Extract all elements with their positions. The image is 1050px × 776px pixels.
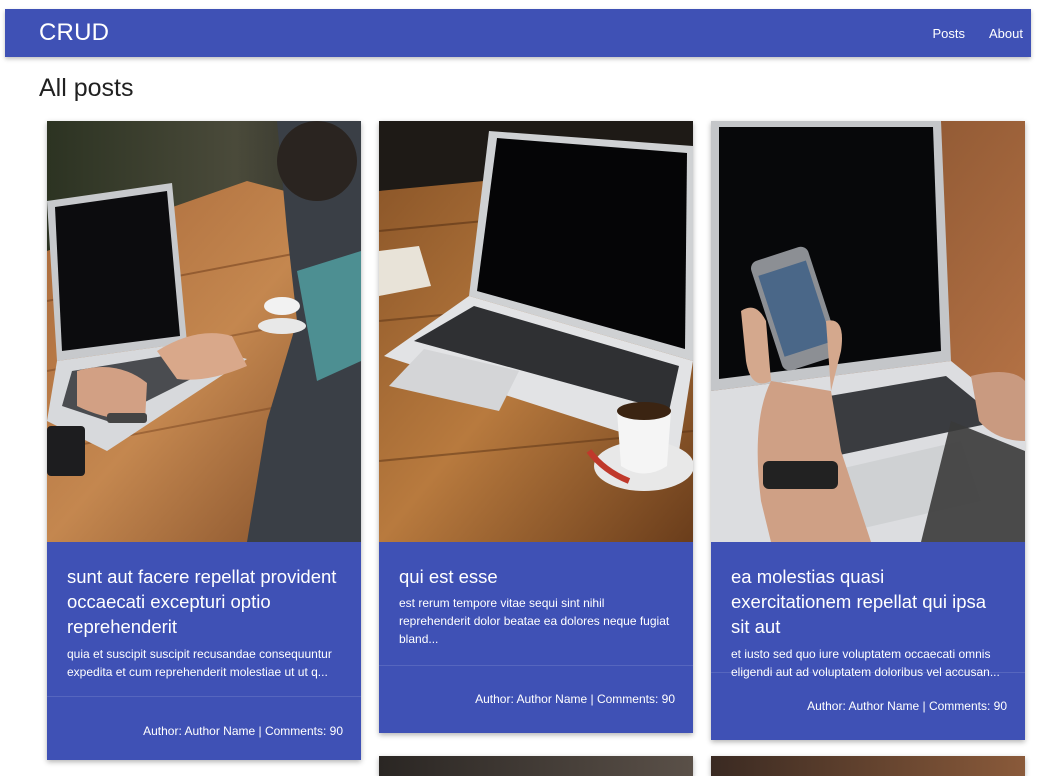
brand-logo[interactable]: CRUD [39,19,109,47]
post-card[interactable]: ea molestias quasi exercitationem repell… [711,121,1025,740]
card-divider [47,696,361,697]
post-image [379,121,693,542]
card-divider [711,672,1025,673]
post-image [47,121,361,542]
page-title: All posts [39,74,134,102]
nav-links: Posts About [909,26,1024,41]
post-card[interactable]: sunt aut facere repellat provident occae… [47,121,361,760]
post-excerpt: quia et suscipit suscipit recusandae con… [67,647,332,679]
card-divider [379,665,693,666]
post-excerpt: et iusto sed quo iure voluptatem occaeca… [731,647,1000,679]
post-card-body: qui est esse est rerum tempore vitae seq… [379,542,693,648]
nav-link-about[interactable]: About [989,26,1023,41]
post-card-body: sunt aut facere repellat provident occae… [47,542,361,681]
post-card[interactable]: qui est esse est rerum tempore vitae seq… [379,121,693,733]
post-meta: Author: Author Name | Comments: 90 [807,699,1007,713]
post-title[interactable]: qui est esse [399,564,673,589]
top-navbar: CRUD Posts About [5,9,1031,57]
post-image [711,121,1025,542]
post-meta: Author: Author Name | Comments: 90 [475,692,675,706]
post-meta: Author: Author Name | Comments: 90 [143,724,343,738]
post-title[interactable]: ea molestias quasi exercitationem repell… [731,564,1005,639]
nav-link-posts[interactable]: Posts [933,26,966,41]
post-excerpt: est rerum tempore vitae sequi sint nihil… [399,596,670,646]
post-card-body: ea molestias quasi exercitationem repell… [711,542,1025,681]
post-card-partial[interactable] [379,756,693,776]
post-title[interactable]: sunt aut facere repellat provident occae… [67,564,341,639]
post-card-partial[interactable] [711,756,1025,776]
